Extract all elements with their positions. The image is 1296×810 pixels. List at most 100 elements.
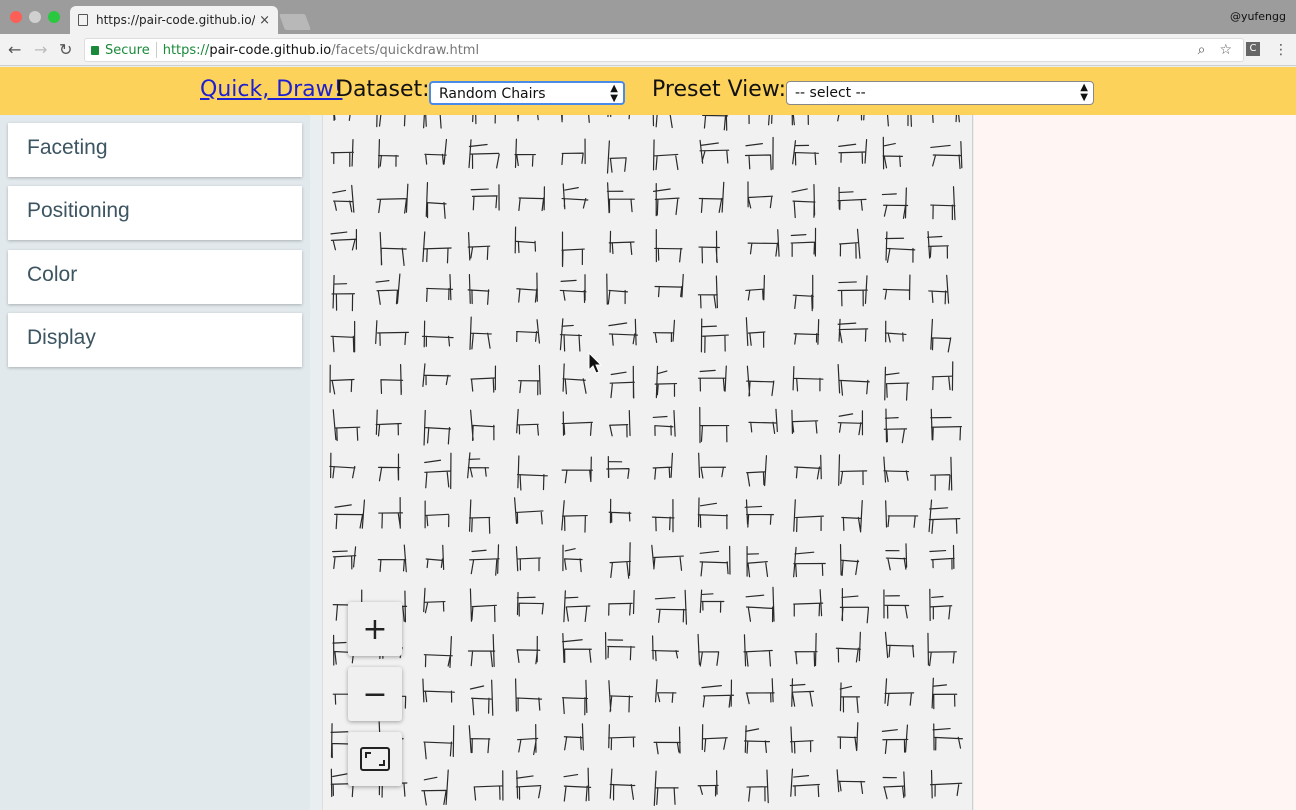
chair-sketch[interactable] (516, 272, 539, 303)
zoom-magnifier-icon[interactable]: ⌕ (1198, 42, 1206, 58)
fit-to-screen-button[interactable] (348, 732, 402, 786)
chair-sketch[interactable] (334, 499, 366, 530)
chair-sketch[interactable] (839, 682, 861, 714)
chair-sketch[interactable] (330, 139, 354, 167)
chair-sketch[interactable] (701, 679, 735, 708)
chair-sketch[interactable] (423, 635, 453, 669)
chair-sketch[interactable] (654, 365, 678, 399)
chair-sketch[interactable] (653, 726, 681, 755)
chair-sketch[interactable] (744, 136, 774, 171)
chair-sketch[interactable] (377, 453, 401, 482)
chair-sketch[interactable] (518, 364, 541, 396)
chair-sketch[interactable] (882, 136, 904, 170)
chair-sketch[interactable] (468, 499, 491, 534)
chair-sketch[interactable] (423, 725, 455, 760)
chair-sketch[interactable] (885, 543, 908, 571)
chair-sketch[interactable] (560, 115, 591, 123)
chair-sketch[interactable] (699, 139, 730, 164)
chair-sketch[interactable] (516, 319, 541, 344)
chair-sketch[interactable] (562, 544, 583, 573)
chair-sketch[interactable] (743, 725, 771, 754)
chair-sketch[interactable] (837, 275, 868, 307)
chair-sketch[interactable] (790, 227, 817, 257)
chair-sketch[interactable] (652, 139, 679, 171)
chair-sketch[interactable] (563, 723, 584, 751)
sketch-grid-viewport[interactable] (322, 115, 973, 810)
chair-sketch[interactable] (422, 678, 455, 703)
chair-sketch[interactable] (841, 499, 863, 533)
chair-sketch[interactable] (838, 454, 868, 486)
chair-sketch[interactable] (559, 274, 587, 303)
chair-sketch[interactable] (423, 115, 444, 129)
chair-sketch[interactable] (745, 317, 766, 348)
chair-sketch[interactable] (606, 140, 627, 174)
chair-sketch[interactable] (744, 499, 775, 528)
chair-sketch[interactable] (697, 275, 719, 309)
tab-close-icon[interactable]: × (259, 13, 270, 28)
chair-sketch[interactable] (793, 589, 824, 617)
chair-sketch[interactable] (421, 320, 454, 348)
chair-sketch[interactable] (375, 409, 402, 437)
chair-sketch[interactable] (838, 138, 868, 164)
chair-sketch[interactable] (467, 273, 490, 305)
chair-sketch[interactable] (697, 633, 720, 667)
forward-arrow-icon[interactable]: → (34, 40, 47, 59)
chair-sketch[interactable] (747, 229, 780, 257)
chair-sketch[interactable] (881, 724, 909, 755)
chair-sketch[interactable] (467, 633, 496, 668)
chair-sketch[interactable] (379, 231, 407, 267)
chair-sketch[interactable] (513, 497, 544, 525)
chair-sketch[interactable] (699, 589, 725, 614)
chair-sketch[interactable] (837, 722, 859, 752)
preset-view-select[interactable]: -- select -- ▲ ▼ (786, 81, 1094, 105)
chair-sketch[interactable] (748, 115, 773, 126)
chair-sketch[interactable] (422, 231, 452, 264)
chair-sketch[interactable] (563, 590, 591, 623)
chair-sketch[interactable] (609, 410, 631, 438)
chair-sketch[interactable] (699, 406, 730, 444)
chair-sketch[interactable] (329, 452, 356, 479)
chair-sketch[interactable] (929, 769, 963, 799)
chair-sketch[interactable] (837, 186, 867, 211)
chair-sketch[interactable] (609, 365, 635, 399)
chair-sketch[interactable] (839, 588, 870, 624)
chair-sketch[interactable] (332, 546, 357, 570)
chair-sketch[interactable] (654, 273, 684, 298)
chair-sketch[interactable] (608, 680, 634, 713)
chair-sketch[interactable] (884, 320, 907, 343)
chair-sketch[interactable] (792, 140, 819, 166)
chair-sketch[interactable] (606, 273, 629, 305)
chair-sketch[interactable] (882, 274, 911, 301)
chair-sketch[interactable] (607, 115, 631, 120)
chair-sketch[interactable] (378, 138, 399, 169)
chair-sketch[interactable] (562, 363, 587, 395)
chair-sketch[interactable] (515, 770, 542, 800)
chair-sketch[interactable] (516, 723, 539, 756)
chair-sketch[interactable] (789, 726, 814, 754)
chair-sketch[interactable] (426, 273, 454, 303)
chair-sketch[interactable] (470, 184, 500, 211)
chair-sketch[interactable] (468, 725, 491, 754)
chair-sketch[interactable] (561, 456, 594, 484)
chair-sketch[interactable] (932, 723, 964, 751)
chair-sketch[interactable] (376, 183, 409, 214)
chair-sketch[interactable] (930, 408, 963, 441)
chair-sketch[interactable] (561, 500, 588, 533)
chair-sketch[interactable] (470, 365, 497, 393)
chair-sketch[interactable] (651, 499, 675, 533)
browser-tab[interactable]: https://pair-code.github.io/facets/quick… (70, 6, 278, 34)
chair-sketch[interactable] (926, 231, 949, 259)
chair-sketch[interactable] (378, 496, 403, 529)
chair-sketch[interactable] (652, 319, 676, 343)
zoom-out-button[interactable]: − (348, 667, 402, 721)
chair-sketch[interactable] (789, 678, 815, 707)
chair-sketch[interactable] (700, 318, 729, 353)
chair-sketch[interactable] (835, 631, 861, 663)
quickdraw-link[interactable]: Quick, Draw! (200, 77, 342, 102)
chair-sketch[interactable] (697, 770, 719, 797)
chair-sketch[interactable] (608, 724, 636, 751)
chair-sketch[interactable] (609, 768, 636, 801)
chair-sketch[interactable] (515, 546, 541, 572)
chair-sketch[interactable] (837, 318, 869, 344)
chair-sketch[interactable] (376, 115, 407, 128)
